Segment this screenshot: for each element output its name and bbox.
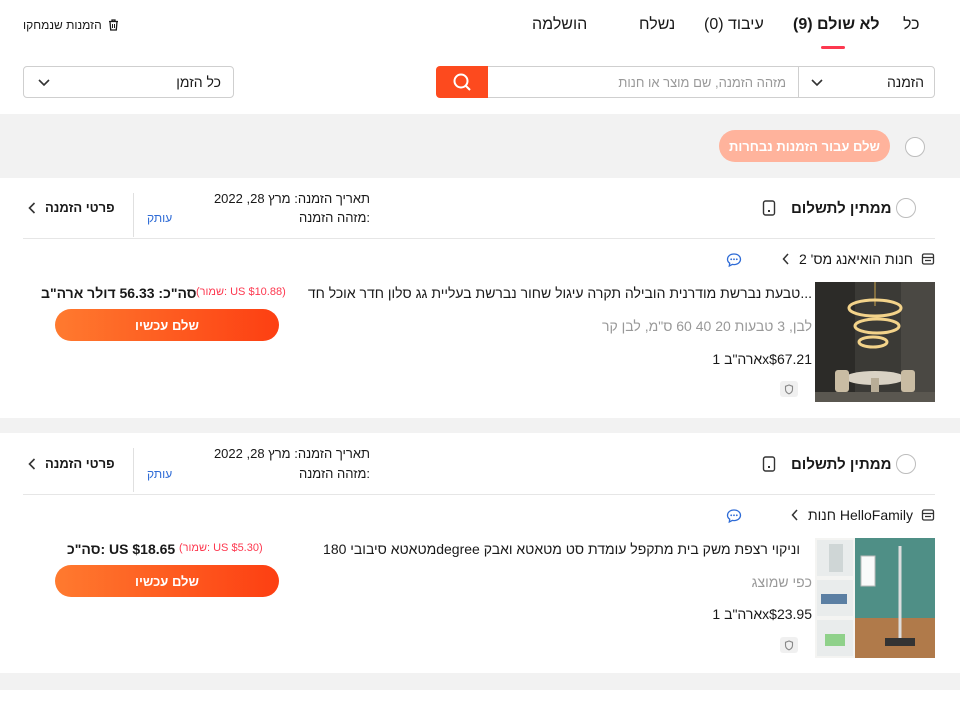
divider — [23, 238, 935, 239]
savings-amount: (שמור: US $5.30) — [179, 542, 263, 554]
order-card: ממתין לתשלום תאריך הזמנה: מרץ 28, 2022 מ… — [0, 178, 960, 418]
active-tab-indicator — [821, 46, 845, 49]
chevron-left-icon — [28, 457, 36, 470]
chat-icon[interactable] — [726, 252, 742, 268]
tab-completed[interactable]: הושלמה — [532, 16, 587, 34]
search-type-select[interactable]: הזמנה — [798, 66, 935, 98]
order-details-label: פרטי הזמנה — [45, 200, 115, 215]
divider — [133, 448, 134, 492]
pay-now-button[interactable]: שלם עכשיו — [55, 309, 279, 341]
order-status: ממתין לתשלום — [791, 456, 892, 473]
product-title[interactable]: מטאטא סיבובי 180degree וניקוי רצפת משק ב… — [323, 541, 800, 557]
pay-now-button[interactable]: שלם עכשיו — [55, 565, 279, 597]
order-select-radio[interactable] — [896, 198, 916, 218]
order-date: תאריך הזמנה: מרץ 28, 2022 — [213, 446, 370, 461]
product-image[interactable] — [815, 538, 935, 658]
order-select-radio[interactable] — [896, 454, 916, 474]
card-separator — [0, 418, 960, 433]
tab-unpaid[interactable]: לא שולם (9) — [793, 16, 880, 34]
search-type-value: הזמנה — [886, 74, 924, 90]
search-input[interactable] — [488, 66, 798, 98]
order-status-tabs: כל לא שולם (9) עיבוד (0) נשלח הושלמה — [0, 0, 960, 56]
product-image[interactable] — [815, 282, 935, 402]
phone-icon — [762, 200, 776, 216]
store-name: חנות הואיאנג מס' 2 — [798, 251, 913, 267]
store-name: חנות HelloFamily — [808, 507, 913, 523]
time-range-select[interactable]: כל הזמן — [23, 66, 234, 98]
deleted-orders-label: הזמנות שנמחקו — [23, 18, 102, 32]
divider — [23, 494, 935, 495]
deleted-orders-link[interactable]: הזמנות שנמחקו — [23, 18, 119, 32]
chevron-left-icon — [791, 509, 798, 521]
search-bar: הזמנה — [436, 66, 935, 98]
divider — [133, 193, 134, 237]
time-range-value: כל הזמן — [176, 74, 221, 90]
product-title[interactable]: טבעת נברשת מודרנית הובילה תקרה עיגול שחו… — [308, 285, 812, 301]
savings-amount: (שמור: US $10.88) — [196, 286, 286, 298]
store-icon — [921, 253, 935, 265]
store-link[interactable]: חנות HelloFamily — [790, 507, 935, 523]
order-status: ממתין לתשלום — [791, 200, 892, 217]
pay-selected-orders-button[interactable]: שלם עבור הזמנות נבחרות — [719, 130, 890, 162]
order-total: סה"כ: US $18.65 — [67, 541, 176, 557]
select-all-radio[interactable] — [905, 137, 925, 157]
chevron-down-icon — [811, 79, 823, 87]
chat-icon[interactable] — [726, 508, 742, 524]
tab-all[interactable]: כל — [903, 16, 920, 34]
chevron-down-icon — [38, 79, 50, 87]
store-link[interactable]: חנות הואיאנג מס' 2 — [781, 251, 935, 267]
order-total: סה"כ: 56.33 דולר ארה"ב — [41, 285, 197, 301]
store-icon — [921, 509, 935, 521]
chevron-left-icon — [782, 253, 789, 265]
phone-icon — [762, 456, 776, 472]
product-quantity-price: ארה"ב 1x$67.21 — [712, 351, 812, 367]
card-separator — [0, 673, 960, 690]
shield-icon — [784, 383, 794, 394]
buyer-protection-badge — [780, 637, 798, 653]
search-icon — [453, 73, 471, 91]
order-details-label: פרטי הזמנה — [45, 456, 115, 471]
tab-processing[interactable]: עיבוד (0) — [704, 16, 764, 34]
search-button[interactable] — [436, 66, 488, 98]
product-quantity-price: ארה"ב 1x$23.95 — [712, 606, 812, 622]
copy-order-id-link[interactable]: עותק — [147, 211, 172, 225]
order-details-link[interactable]: פרטי הזמנה — [27, 200, 115, 215]
copy-order-id-link[interactable]: עותק — [147, 467, 172, 481]
order-details-link[interactable]: פרטי הזמנה — [27, 456, 115, 471]
trash-icon — [108, 19, 118, 31]
buyer-protection-badge — [780, 381, 798, 397]
tab-shipped[interactable]: נשלח — [639, 16, 675, 34]
product-variant: כפי שמוצג — [751, 574, 812, 590]
shield-icon — [784, 639, 794, 650]
order-date: תאריך הזמנה: מרץ 28, 2022 — [213, 191, 370, 206]
product-variant: לבן, 3 טבעות 20 40 60 ס"מ, לבן קר — [602, 318, 812, 334]
order-id-label: מזהה הזמנה: — [299, 210, 370, 225]
order-id-label: מזהה הזמנה: — [299, 466, 370, 481]
order-card: ממתין לתשלום תאריך הזמנה: מרץ 28, 2022 מ… — [0, 433, 960, 673]
chevron-left-icon — [28, 201, 36, 214]
